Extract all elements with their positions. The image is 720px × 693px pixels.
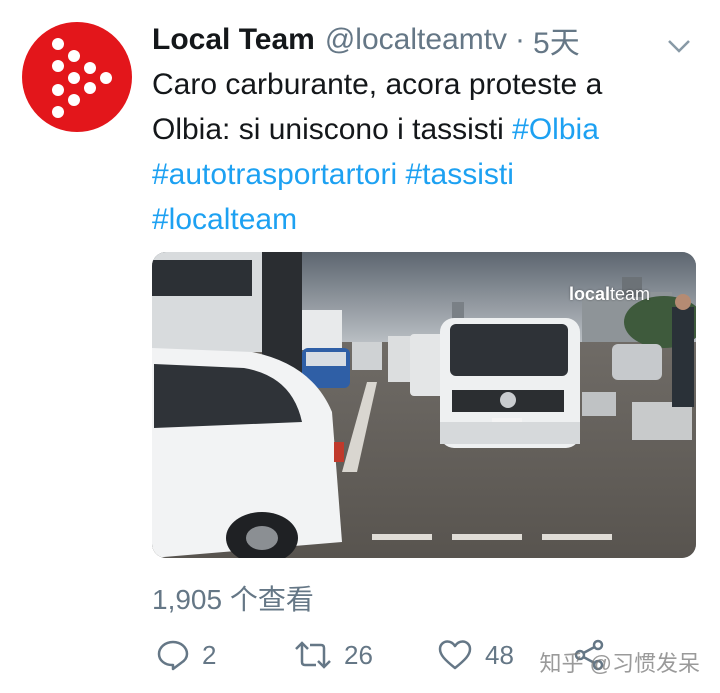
heart-icon	[438, 640, 472, 670]
reply-button[interactable]: 2	[156, 630, 216, 680]
tweet-time[interactable]: 5天	[533, 18, 580, 62]
tweet-text-line: #localteam	[152, 197, 700, 242]
reply-count: 2	[202, 639, 217, 670]
view-count: 1,905 个查看	[152, 584, 314, 615]
tweet-text-line: #autotrasportartori #tassisti	[152, 152, 700, 197]
tweet-text: Caro carburante, acora proteste a Olbia:…	[152, 62, 700, 242]
retweet-button[interactable]: 26	[294, 630, 373, 680]
like-button[interactable]: 48	[437, 630, 514, 680]
tweet-text-segment: Caro carburante, acora proteste a	[152, 68, 603, 101]
watermark-bold: local	[568, 284, 610, 304]
hashtag-olbia[interactable]: #Olbia	[512, 113, 599, 146]
avatar[interactable]	[22, 22, 132, 132]
reply-icon	[157, 640, 189, 671]
author-name[interactable]: Local Team	[152, 23, 315, 57]
chevron-down-icon[interactable]	[666, 30, 692, 64]
tweet-header: Local Team @localteamtv · 5天	[152, 20, 700, 60]
hashtag-localteam[interactable]: #localteam	[152, 203, 297, 236]
like-count: 48	[485, 639, 514, 670]
tweet-media-image[interactable]: localteam	[152, 252, 696, 558]
media-watermark: localteam	[569, 284, 650, 305]
localteam-logo-icon	[52, 38, 112, 118]
tweet-text-line: Olbia: si uniscono i tassisti #Olbia	[152, 107, 700, 152]
hashtag-tassisti[interactable]: #tassisti	[405, 158, 513, 191]
author-handle[interactable]: @localteamtv	[325, 23, 507, 57]
retweet-count: 26	[344, 639, 373, 670]
zhihu-watermark: 知乎 @习惯发呆	[539, 651, 700, 676]
separator-dot: ·	[515, 23, 526, 56]
retweet-icon	[295, 641, 331, 669]
tweet-text-line: Caro carburante, acora proteste a	[152, 62, 700, 107]
watermark-thin: team	[609, 284, 650, 304]
tweet-text-segment: Olbia: si uniscono i tassisti	[152, 113, 513, 146]
hashtag-autotrasportartori[interactable]: #autotrasportartori	[152, 158, 397, 191]
